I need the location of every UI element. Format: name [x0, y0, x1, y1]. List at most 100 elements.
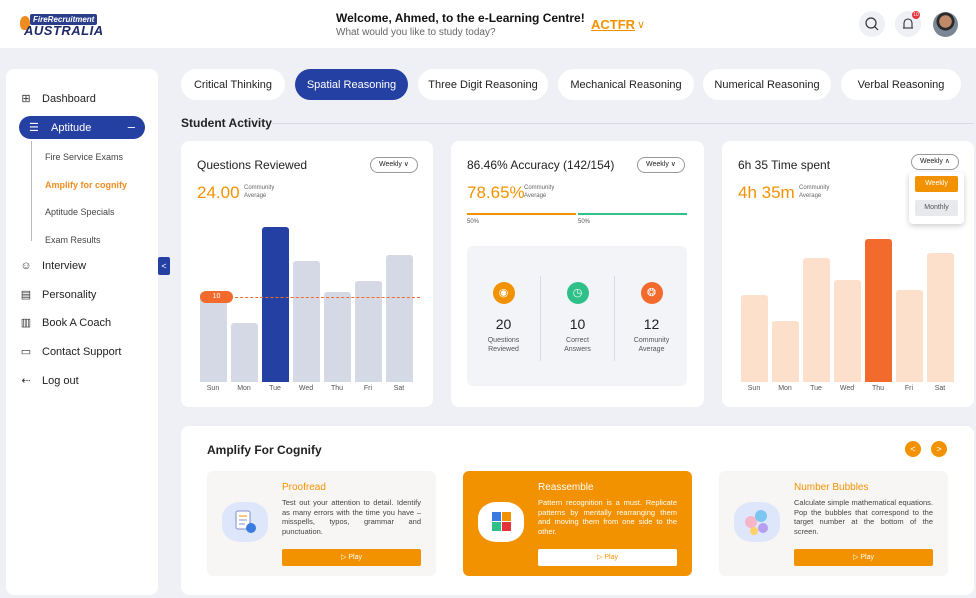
sidebar: ⊞ Dashboard ☰ Aptitude – Fire Service Ex…	[6, 69, 158, 595]
stat-community-average: ❂ 12 Community Average	[615, 246, 688, 354]
reference-marker: 10	[200, 290, 233, 303]
chart-bar	[293, 261, 320, 382]
game-description: Pattern recognition is a must. Replicate…	[538, 498, 677, 536]
sidebar-item-contact-support[interactable]: ▭ Contact Support	[20, 341, 122, 363]
sidebar-item-label: Aptitude	[51, 121, 92, 134]
grid-icon: ⊞	[21, 93, 31, 105]
divider	[272, 123, 974, 124]
play-button[interactable]: ▷ Play	[794, 549, 933, 566]
dropdown-value: Weekly	[920, 158, 943, 165]
sub-tree-line	[31, 141, 32, 241]
logo[interactable]: FireRecruitment AUSTRALIA	[20, 14, 106, 38]
sidebar-item-log-out[interactable]: ⇠ Log out	[20, 370, 79, 392]
sidebar-subitem-aptitude-specials[interactable]: Aptitude Specials	[45, 207, 115, 217]
welcome-block: Welcome, Ahmed, to the e-Learning Centre…	[336, 11, 585, 38]
game-title: Reassemble	[538, 482, 594, 493]
chevron-down-icon[interactable]: ∨	[637, 18, 645, 31]
x-tick-label: Tue	[269, 385, 281, 392]
dropdown-option-monthly[interactable]: Monthly	[915, 200, 958, 216]
chevron-down-icon: ∨	[403, 161, 409, 168]
sidebar-item-book-a-coach[interactable]: ▥ Book A Coach	[20, 312, 111, 334]
stat-value: 20	[495, 316, 512, 332]
big-value: 78.65%	[467, 183, 525, 202]
tab-critical-thinking[interactable]: Critical Thinking	[181, 69, 285, 100]
x-tick-label: Mon	[237, 385, 251, 392]
welcome-title: Welcome, Ahmed, to the e-Learning Centre…	[336, 11, 585, 25]
stat-questions-reviewed: ◉ 20 Questions Reviewed	[467, 246, 540, 354]
prev-button[interactable]: <	[905, 441, 921, 457]
dropdown-value: Weekly	[646, 161, 669, 168]
sidebar-item-label: Book A Coach	[42, 317, 112, 329]
sidebar-item-personality[interactable]: ▤ Personality	[20, 284, 97, 306]
tab-three-digit-reasoning[interactable]: Three Digit Reasoning	[418, 69, 548, 100]
sidebar-item-interview[interactable]: ☺ Interview	[20, 255, 86, 277]
stat-value: 12	[643, 316, 660, 332]
chevron-right-icon: >	[936, 444, 942, 454]
sidebar-item-label: Dashboard	[42, 93, 96, 105]
dropdown-option-weekly[interactable]: Weekly	[915, 176, 958, 192]
game-card-number-bubbles[interactable]: Number Bubbles Calculate simple mathemat…	[719, 471, 948, 576]
play-button[interactable]: ▷ Play	[538, 549, 677, 566]
x-tick-label: Fri	[363, 385, 373, 392]
tab-mechanical-reasoning[interactable]: Mechanical Reasoning	[558, 69, 694, 100]
sidebar-subitem-amplify[interactable]: Amplify for cognify	[45, 180, 127, 190]
ca-line1: Community	[799, 185, 830, 191]
game-title: Proofread	[282, 482, 326, 493]
sidebar-item-dashboard[interactable]: ⊞ Dashboard	[20, 88, 96, 110]
game-description: Test out your attention to detail. Ident…	[282, 498, 421, 536]
sidebar-collapse-button[interactable]: <	[158, 257, 170, 275]
avatar[interactable]	[933, 12, 958, 37]
progress-bar-green	[578, 213, 687, 215]
x-tick-label: Wed	[298, 385, 314, 392]
period-dropdown[interactable]: Weekly ∨	[370, 157, 418, 173]
tab-verbal-reasoning[interactable]: Verbal Reasoning	[841, 69, 961, 100]
chart-bar	[324, 292, 351, 382]
stat-value: 10	[569, 316, 586, 332]
community-average-label: Community Average	[524, 184, 554, 200]
book-icon: ▥	[20, 317, 32, 329]
logout-icon: ⇠	[21, 375, 31, 387]
x-tick-label: Tue	[810, 385, 822, 392]
chart-bar	[386, 254, 413, 382]
document-icon: ▤	[20, 289, 32, 301]
chart-bar	[834, 280, 861, 382]
stat-label-line2: Reviewed	[488, 346, 519, 353]
check-circle-icon: ◉	[492, 282, 515, 304]
sidebar-subitem-fire-service-exams[interactable]: Fire Service Exams	[45, 152, 123, 162]
stats-box: ◉ 20 Questions Reviewed ◷ 10 Correct Answe…	[467, 246, 687, 386]
game-card-reassemble[interactable]: Reassemble Pattern recognition is a must…	[463, 471, 692, 576]
sidebar-subitem-exam-results[interactable]: Exam Results	[45, 235, 101, 245]
search-button[interactable]	[859, 11, 885, 37]
top-bar: FireRecruitment AUSTRALIA Welcome, Ahmed…	[0, 0, 976, 48]
org-selector[interactable]: ACTFR	[591, 17, 635, 32]
list-icon: ☰	[29, 122, 39, 134]
x-tick-label: Thu	[330, 385, 344, 392]
period-dropdown[interactable]: Weekly ∧	[911, 154, 959, 170]
sidebar-item-label: Interview	[42, 260, 87, 272]
card-title: Questions Reviewed	[197, 158, 308, 172]
stat-label-line2: Average	[638, 346, 665, 353]
next-button[interactable]: >	[931, 441, 947, 457]
chart-bar	[200, 292, 227, 382]
tab-spatial-reasoning[interactable]: Spatial Reasoning	[295, 69, 408, 100]
period-dropdown[interactable]: Weekly ∨	[637, 157, 685, 173]
play-button[interactable]: ▷ Play	[282, 549, 421, 566]
ca-line2: Average	[799, 193, 822, 199]
progress-label: 50%	[578, 219, 591, 225]
amplify-title: Amplify For Cognify	[207, 443, 322, 457]
notification-badge: 10	[912, 11, 920, 19]
stat-correct-answers: ◷ 10 Correct Answers	[541, 246, 614, 354]
sidebar-item-aptitude[interactable]: ☰ Aptitude –	[19, 116, 145, 139]
sidebar-item-label: Log out	[42, 375, 79, 387]
game-title: Number Bubbles	[794, 482, 869, 493]
tab-numerical-reasoning[interactable]: Numerical Reasoning	[703, 69, 831, 100]
search-icon	[865, 17, 879, 31]
stat-label-line1: Community	[633, 337, 670, 344]
chevron-left-icon: <	[910, 444, 916, 454]
section-title: Student Activity	[181, 116, 272, 130]
collapse-icon[interactable]: –	[128, 119, 135, 134]
game-card-proofread[interactable]: Proofread Test out your attention to det…	[207, 471, 436, 576]
chevron-up-icon: ∧	[944, 158, 950, 165]
reference-line	[230, 296, 420, 298]
chart-bar	[231, 323, 258, 382]
